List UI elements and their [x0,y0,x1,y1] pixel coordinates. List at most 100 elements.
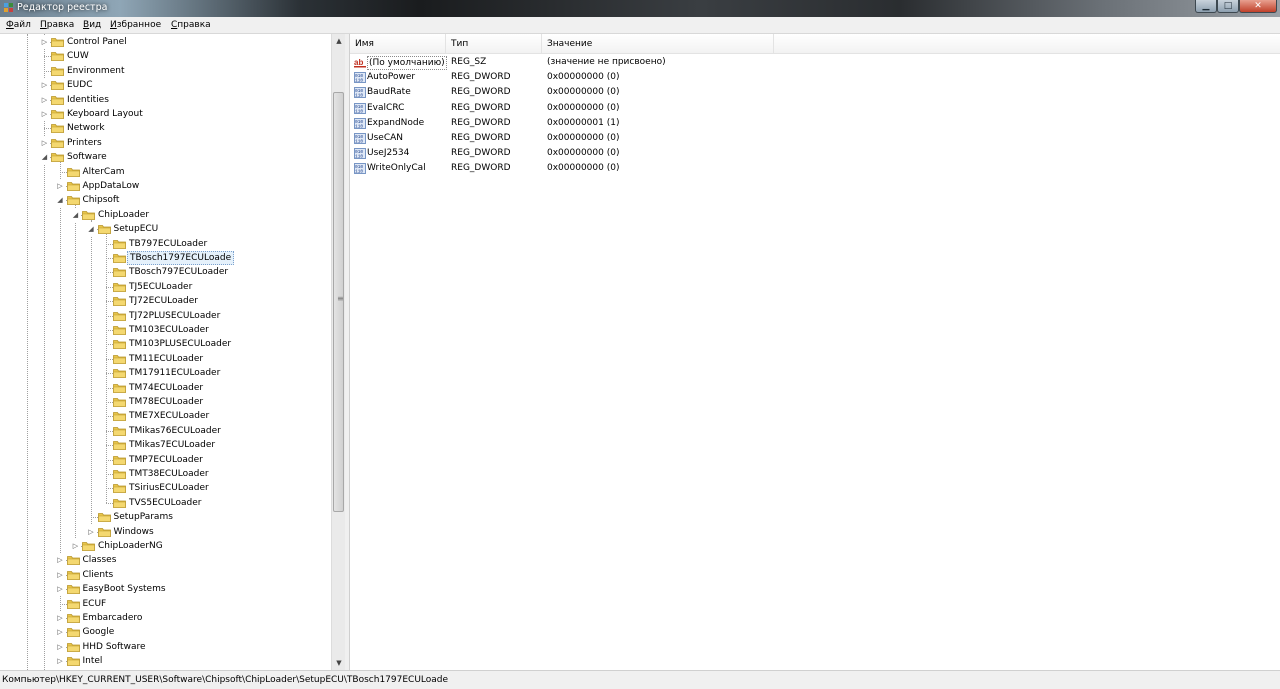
folder-icon [82,210,95,220]
scroll-thumb[interactable]: ≡ [333,92,344,512]
scroll-down-arrow-icon[interactable]: ▼ [332,656,346,670]
tree-key[interactable]: Environment [0,64,331,78]
tree-key[interactable]: TBosch797ECULoader [0,265,331,279]
expand-arrow-icon[interactable]: ▷ [55,582,65,597]
value-row[interactable]: ab (По умолчанию) REG_SZ (значение не присв… [350,55,1280,70]
menu-favorites[interactable]: Избранное [110,20,161,30]
column-header-type[interactable]: Тип [446,34,542,53]
expand-arrow-icon[interactable]: ▷ [40,92,49,107]
tree-key[interactable]: TB797ECULoader [0,237,331,251]
folder-icon [113,325,126,335]
tree-key-label: TM17911ECULoader [129,368,221,379]
expand-arrow-icon[interactable]: ▷ [55,611,65,625]
column-header-name[interactable]: Имя [350,34,446,53]
expand-arrow-icon[interactable]: ▷ [86,524,96,539]
tree-key[interactable]: Network [0,121,331,135]
tree-key[interactable]: ▷ ChipLoaderNG [0,539,331,553]
tree-key[interactable]: ▷ Control Panel [0,35,331,49]
tree-key[interactable]: ◢ Software [0,150,331,165]
tree-key[interactable]: TJ72PLUSECULoader [0,309,331,323]
tree-key[interactable]: ▷ Embarcadero [0,611,331,625]
menu-view[interactable]: Вид [83,20,101,30]
menu-edit[interactable]: Правка [40,20,74,30]
tree-key[interactable]: TM103PLUSECULoader [0,337,331,351]
menu-help[interactable]: Справка [171,20,211,30]
tree-key[interactable]: TSiriusECULoader [0,481,331,495]
column-header-value[interactable]: Значение [542,34,774,53]
tree-key[interactable]: ECUF [0,597,331,611]
tree-key-label: Identities [67,94,109,105]
tree-key[interactable]: ▷ Windows [0,524,331,539]
collapse-arrow-icon[interactable]: ◢ [71,207,80,222]
tree-key[interactable]: CUW [0,49,331,63]
collapse-arrow-icon[interactable]: ◢ [55,193,65,208]
scroll-up-arrow-icon[interactable]: ▲ [332,34,346,48]
tree-key[interactable]: ▷ Printers [0,135,331,150]
svg-text:ab: ab [354,58,363,67]
grip-icon: ≡ [337,294,344,303]
value-row[interactable]: 010 110 WriteOnlyCal REG_DWORD 0x00000000 (0… [350,161,1280,176]
collapse-arrow-icon[interactable]: ◢ [86,222,96,237]
registry-value-list[interactable]: Имя Тип Значение ab (По умолчанию) REG_SZ (… [350,34,1280,670]
tree-key[interactable]: TM103ECULoader [0,323,331,337]
tree-key[interactable]: ▷ EasyBoot Systems [0,582,331,597]
value-row[interactable]: 010 110 UseJ2534 REG_DWORD 0x00000000 (0) [350,146,1280,161]
tree-key[interactable]: ▷ HHD Software [0,639,331,654]
tree-key[interactable]: TMikas7ECULoader [0,438,331,452]
value-row[interactable]: 010 110 AutoPower REG_DWORD 0x00000000 (0) [350,70,1280,85]
tree-key[interactable]: ▷ Google [0,625,331,640]
expand-arrow-icon[interactable]: ▷ [55,553,65,568]
tree-key[interactable]: TME7XECULoader [0,409,331,423]
tree-key[interactable]: TJ72ECULoader [0,294,331,308]
expand-arrow-icon[interactable]: ▷ [55,567,65,582]
expand-arrow-icon[interactable]: ▷ [55,654,65,669]
tree-key[interactable]: TM74ECULoader [0,381,331,395]
tree-key[interactable]: TMP7ECULoader [0,453,331,467]
expand-arrow-icon[interactable]: ▷ [55,639,65,654]
expand-arrow-icon[interactable]: ▷ [40,107,49,121]
tree-key[interactable]: TMikas76ECULoader [0,424,331,438]
tree-vertical-scrollbar[interactable]: ▲ ≡ ▼ [331,34,346,670]
value-row[interactable]: 010 110 BaudRate REG_DWORD 0x00000000 (0) [350,85,1280,100]
tree-key[interactable]: AlterCam [0,165,331,179]
tree-key[interactable]: ▷ EUDC [0,78,331,93]
tree-key[interactable]: TM11ECULoader [0,352,331,366]
svg-text:110: 110 [355,154,363,160]
close-button[interactable]: ✕ [1239,0,1277,13]
expand-arrow-icon[interactable]: ▷ [71,539,80,553]
tree-key[interactable]: TVS5ECULoader [0,496,331,510]
expand-arrow-icon[interactable]: ▷ [55,179,65,193]
tree-key[interactable]: TMT38ECULoader [0,467,331,481]
tree-key[interactable]: ▷ Keyboard Layout [0,107,331,121]
tree-key-label: Printers [67,137,102,148]
expand-arrow-icon[interactable]: ▷ [40,35,49,49]
tree-key[interactable]: ◢ ChipLoader [0,207,331,222]
tree-key[interactable]: TBosch1797ECULoade [0,251,331,265]
tree-key[interactable]: TM17911ECULoader [0,366,331,380]
expand-arrow-icon[interactable]: ▷ [40,135,49,150]
collapse-arrow-icon[interactable]: ◢ [40,150,49,165]
tree-key[interactable]: ▷ Intel [0,654,331,669]
tree-key[interactable]: ▷ Identities [0,92,331,107]
tree-key[interactable]: TM78ECULoader [0,395,331,409]
tree-key[interactable]: TJ5ECULoader [0,280,331,294]
tree-key-label: Google [82,627,115,638]
tree-key[interactable]: SetupParams [0,510,331,524]
tree-key[interactable]: ▷ Classes [0,553,331,568]
tree-key[interactable]: ▷ AppDataLow [0,179,331,193]
value-row[interactable]: 010 110 ExpandNode REG_DWORD 0x00000001 (1) [350,116,1280,131]
value-row[interactable]: 010 110 UseCAN REG_DWORD 0x00000000 (0) [350,131,1280,146]
menu-file[interactable]: Файл [6,20,31,30]
registry-editor-icon [4,3,13,12]
tree-key[interactable]: ◢ SetupECU [0,222,331,237]
registry-key-tree[interactable]: ▷ Control Panel CUW Environment ▷ EUDC ▷ Identi… [0,34,331,670]
expand-arrow-icon[interactable]: ▷ [40,78,49,93]
minimize-button[interactable]: ▁ [1195,0,1217,13]
value-type: REG_DWORD [451,72,511,83]
maximize-button[interactable]: □ [1217,0,1239,13]
expand-arrow-icon[interactable]: ▷ [55,625,65,640]
svg-text:110: 110 [355,78,363,84]
tree-key[interactable]: ◢ Chipsoft [0,193,331,208]
tree-key[interactable]: ▷ Clients [0,567,331,582]
value-row[interactable]: 010 110 EvalCRC REG_DWORD 0x00000000 (0) [350,101,1280,116]
